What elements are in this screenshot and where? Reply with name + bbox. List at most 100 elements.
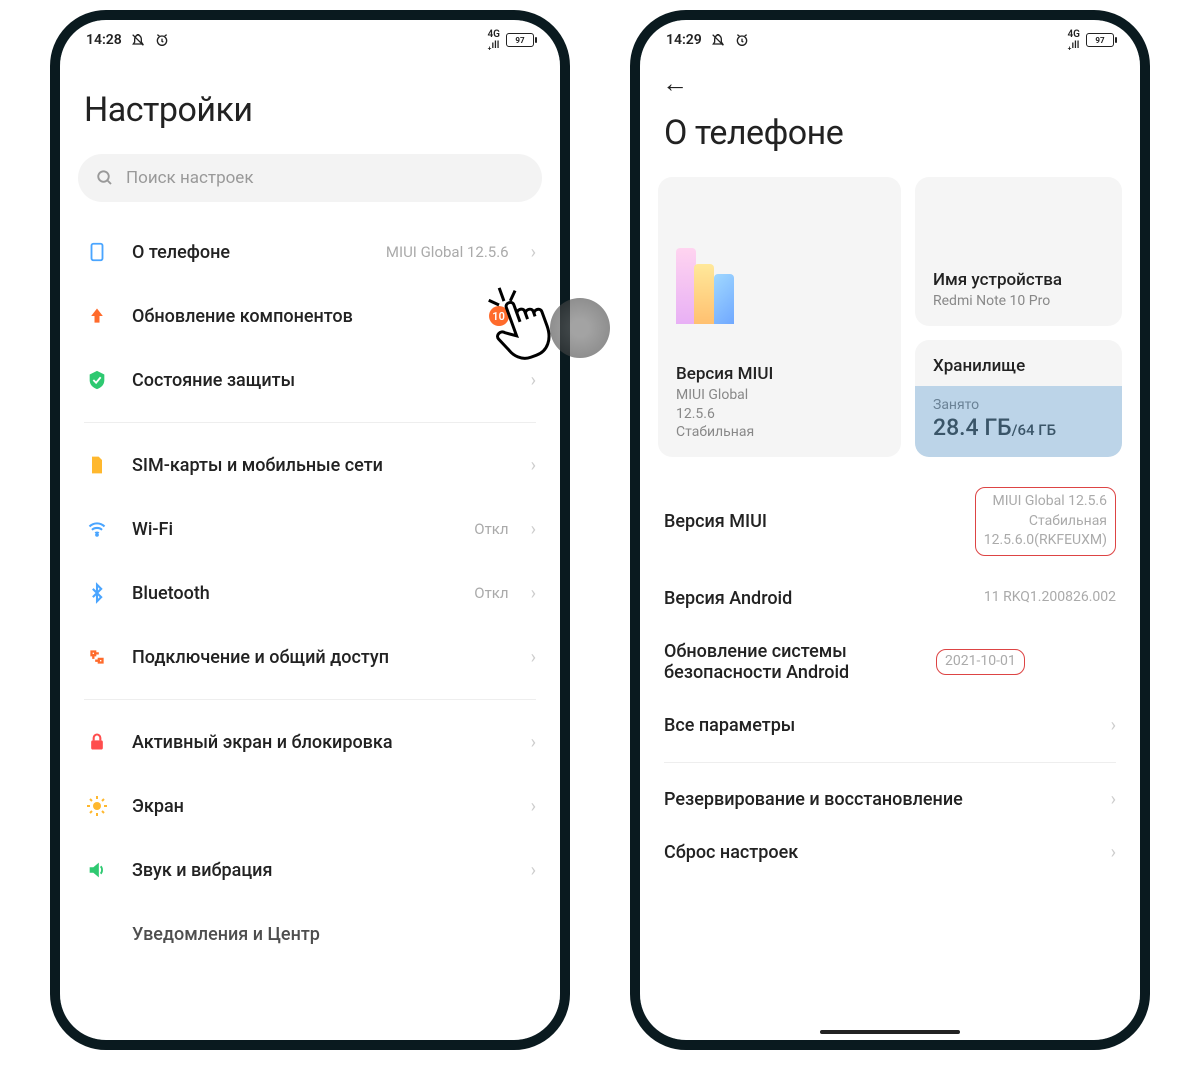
item-label: SIM-карты и мобильные сети xyxy=(132,455,509,476)
battery-icon: 97 xyxy=(1086,33,1114,47)
item-label: Состояние защиты xyxy=(132,370,509,391)
info-row-all-params[interactable]: Все параметры › xyxy=(658,699,1122,752)
divider xyxy=(84,422,536,423)
divider xyxy=(664,762,1116,763)
settings-item-about[interactable]: О телефоне MIUI Global 12.5.6 › xyxy=(78,220,542,284)
brightness-icon xyxy=(84,793,110,819)
item-value: MIUI Global 12.5.6 xyxy=(386,243,509,261)
bell-icon xyxy=(84,921,110,947)
upload-icon xyxy=(84,303,110,329)
card-storage[interactable]: Хранилище Занято 28.4 ГБ/64 ГБ xyxy=(915,340,1122,457)
speaker-icon xyxy=(84,857,110,883)
phone-icon xyxy=(84,239,110,265)
info-label: Версия MIUI xyxy=(664,511,963,532)
info-row-miui[interactable]: Версия MIUI MIUI Global 12.5.6 Стабильна… xyxy=(658,471,1122,572)
alarm-icon xyxy=(154,32,170,48)
chevron-right-icon: › xyxy=(531,519,536,540)
card-sub: MIUI Global xyxy=(676,386,883,404)
search-placeholder: Поиск настроек xyxy=(126,168,254,188)
card-miui-version[interactable]: Версия MIUI MIUI Global 12.5.6 Стабильна… xyxy=(658,177,901,457)
phone-left: 14:28 4G₊ıll 97 Настройки Поиск настроек xyxy=(50,10,570,1050)
watermark-circle xyxy=(550,298,610,358)
settings-item-notifications[interactable]: Уведомления и Центр xyxy=(78,902,542,966)
wifi-icon xyxy=(84,516,110,542)
status-bar: 14:28 4G₊ıll 97 xyxy=(78,20,542,60)
mute-icon xyxy=(710,32,726,48)
settings-item-wifi[interactable]: Wi-Fi Откл › xyxy=(78,497,542,561)
info-label: Обновление системы безопасности Android xyxy=(664,641,924,683)
update-badge: 10 xyxy=(489,306,509,326)
item-value: Откл xyxy=(474,584,508,602)
info-label: Сброс настроек xyxy=(664,842,1099,863)
chevron-right-icon: › xyxy=(531,583,536,604)
item-label: Уведомления и Центр xyxy=(132,924,536,945)
item-label: Обновление компонентов xyxy=(132,306,467,327)
chevron-right-icon: › xyxy=(531,242,536,263)
settings-item-display[interactable]: Экран › xyxy=(78,774,542,838)
lock-icon xyxy=(84,729,110,755)
info-label: Все параметры xyxy=(664,715,1099,736)
item-label: Подключение и общий доступ xyxy=(132,647,509,668)
item-label: Активный экран и блокировка xyxy=(132,732,509,753)
share-icon xyxy=(84,644,110,670)
info-value: 11 RKQ1.200826.002 xyxy=(984,588,1116,608)
search-input[interactable]: Поиск настроек xyxy=(78,154,542,202)
item-label: Экран xyxy=(132,796,509,817)
settings-item-sim[interactable]: SIM-карты и мобильные сети › xyxy=(78,433,542,497)
chevron-right-icon: › xyxy=(1111,715,1116,736)
chevron-right-icon: › xyxy=(531,647,536,668)
back-button[interactable]: ← xyxy=(658,60,698,99)
chevron-right-icon: › xyxy=(531,370,536,391)
network-icon: 4G₊ıll xyxy=(1067,29,1080,51)
page-title: Настройки xyxy=(84,90,536,130)
info-label: Резервирование и восстановление xyxy=(664,789,1099,810)
bluetooth-icon xyxy=(84,580,110,606)
settings-item-security[interactable]: Состояние защиты › xyxy=(78,348,542,412)
page-title: О телефоне xyxy=(664,113,1116,153)
settings-item-share[interactable]: Подключение и общий доступ › xyxy=(78,625,542,689)
status-bar: 14:29 4G₊ıll 97 xyxy=(658,20,1122,60)
card-device-name[interactable]: Имя устройства Redmi Note 10 Pro xyxy=(915,177,1122,326)
chevron-right-icon: › xyxy=(531,860,536,881)
status-time: 14:28 xyxy=(86,32,122,48)
card-title: Версия MIUI xyxy=(676,364,883,384)
info-row-reset[interactable]: Сброс настроек › xyxy=(658,826,1122,879)
info-row-backup[interactable]: Резервирование и восстановление › xyxy=(658,773,1122,826)
highlighted-value: MIUI Global 12.5.6 Стабильная 12.5.6.0(R… xyxy=(975,487,1116,556)
item-label: Bluetooth xyxy=(132,583,452,604)
chevron-right-icon: › xyxy=(531,306,536,327)
chevron-right-icon: › xyxy=(531,796,536,817)
status-time: 14:29 xyxy=(666,32,702,48)
chevron-right-icon: › xyxy=(1111,789,1116,810)
settings-item-lockscreen[interactable]: Активный экран и блокировка › xyxy=(78,710,542,774)
chevron-right-icon: › xyxy=(531,732,536,753)
home-indicator[interactable] xyxy=(820,1030,960,1034)
item-label: Звук и вибрация xyxy=(132,860,509,881)
chevron-right-icon: › xyxy=(531,455,536,476)
network-icon: 4G₊ıll xyxy=(487,29,500,51)
mute-icon xyxy=(130,32,146,48)
card-title: Хранилище xyxy=(933,356,1104,376)
storage-value: 28.4 ГБ/64 ГБ xyxy=(933,414,1104,441)
card-sub: 12.5.6 xyxy=(676,405,883,423)
chevron-right-icon: › xyxy=(1111,842,1116,863)
divider xyxy=(84,699,536,700)
storage-used-label: Занято xyxy=(933,396,1104,414)
settings-item-sound[interactable]: Звук и вибрация › xyxy=(78,838,542,902)
card-title: Имя устройства xyxy=(933,270,1104,290)
phone-right: 14:29 4G₊ıll 97 ← О телефоне Версия MIUI… xyxy=(630,10,1150,1050)
info-label: Версия Android xyxy=(664,588,972,609)
settings-item-updates[interactable]: Обновление компонентов 10 › xyxy=(78,284,542,348)
item-label: Wi-Fi xyxy=(132,519,452,540)
search-icon xyxy=(96,169,114,187)
item-value: Откл xyxy=(474,520,508,538)
battery-icon: 97 xyxy=(506,33,534,47)
info-row-security-patch[interactable]: Обновление системы безопасности Android … xyxy=(658,625,1122,699)
info-row-android[interactable]: Версия Android 11 RKQ1.200826.002 xyxy=(658,572,1122,625)
item-label: О телефоне xyxy=(132,242,364,263)
sim-icon xyxy=(84,452,110,478)
shield-icon xyxy=(84,367,110,393)
highlighted-value: 2021-10-01 xyxy=(936,649,1025,675)
card-sub: Стабильная xyxy=(676,423,883,441)
settings-item-bluetooth[interactable]: Bluetooth Откл › xyxy=(78,561,542,625)
